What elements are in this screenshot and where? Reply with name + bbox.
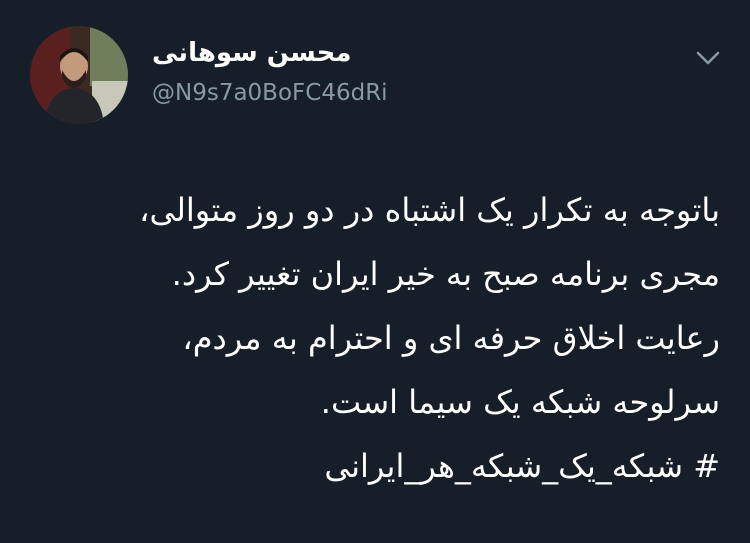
author-display-name[interactable]: محسن سوهانی [152, 40, 351, 66]
tweet-text: باتوجه به تکرار یک اشتباه در دو روز متوا… [20, 178, 720, 498]
author-handle[interactable]: @N9s7a0BoFC46dRi [152, 82, 388, 105]
tweet-card: محسن سوهانی @N9s7a0BoFC46dRi باتوجه به ت… [0, 0, 750, 543]
hashtag-link[interactable]: # شبکه_یک_شبکه_هر_ایرانی [20, 434, 720, 498]
tweet-text-line: رعایت اخلاق حرفه ای و احترام به مردم، [182, 319, 720, 357]
tweet-text-line: باتوجه به تکرار یک اشتباه در دو روز متوا… [139, 191, 720, 229]
avatar[interactable] [30, 26, 128, 124]
tweet-text-line: سرلوحه شبکه یک سیما است. [320, 383, 720, 421]
tweet-text-line: مجری برنامه صبح به خیر ایران تغییر کرد. [171, 255, 720, 293]
user-avatar-photo-icon [30, 26, 128, 124]
chevron-down-icon[interactable] [694, 48, 722, 68]
